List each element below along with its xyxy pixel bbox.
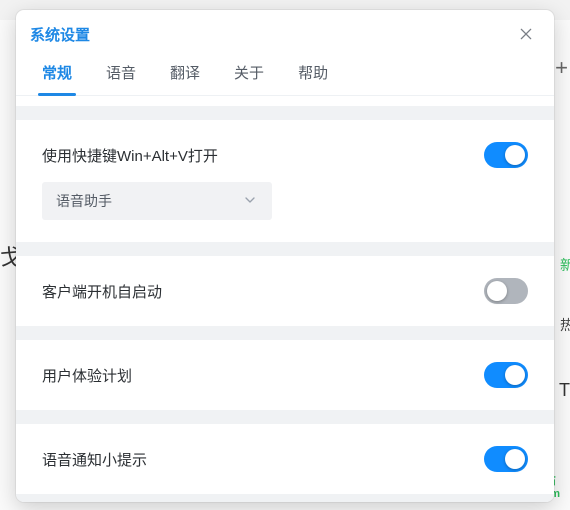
modal-title: 系统设置 [30,24,90,45]
ux-plan-label: 用户体验计划 [42,365,132,386]
tab-translate[interactable]: 翻译 [170,62,200,95]
tab-help[interactable]: 帮助 [298,62,328,95]
bg-plus-icon: + [555,55,568,81]
section-ux-plan: 用户体验计划 [16,340,554,410]
bg-text-dark: 热 [560,315,570,335]
tabs-bar: 常规 语音 翻译 关于 帮助 [16,52,554,96]
autostart-toggle[interactable] [484,278,528,304]
tab-general[interactable]: 常规 [42,62,72,95]
section-autostart: 客户端开机自启动 [16,256,554,326]
close-icon [518,26,534,42]
settings-scroll-area[interactable]: 使用快捷键Win+Alt+V打开 语音助手 客户端开机自启动 用户体验计划 [16,96,554,502]
bg-text-t: T [559,380,570,401]
voice-tip-toggle[interactable] [484,446,528,472]
shortcut-toggle[interactable] [484,142,528,168]
bg-text-green: 新 [560,255,570,275]
tab-about[interactable]: 关于 [234,62,264,95]
tab-voice[interactable]: 语音 [106,62,136,95]
chevron-down-icon [242,192,258,211]
section-voice-tip: 语音通知小提示 [16,424,554,494]
voice-tip-label: 语音通知小提示 [42,449,147,470]
shortcut-label: 使用快捷键Win+Alt+V打开 [42,145,218,166]
section-shortcut: 使用快捷键Win+Alt+V打开 语音助手 [16,120,554,242]
settings-modal: 系统设置 常规 语音 翻译 关于 帮助 使用快捷键Win+Alt+V打开 语音助… [16,10,554,502]
shortcut-target-select[interactable]: 语音助手 [42,182,272,220]
select-value: 语音助手 [56,191,112,211]
autostart-label: 客户端开机自启动 [42,281,162,302]
section-top-spacer [16,96,554,106]
ux-plan-toggle[interactable] [484,362,528,388]
close-button[interactable] [514,22,538,46]
modal-header: 系统设置 [16,10,554,52]
